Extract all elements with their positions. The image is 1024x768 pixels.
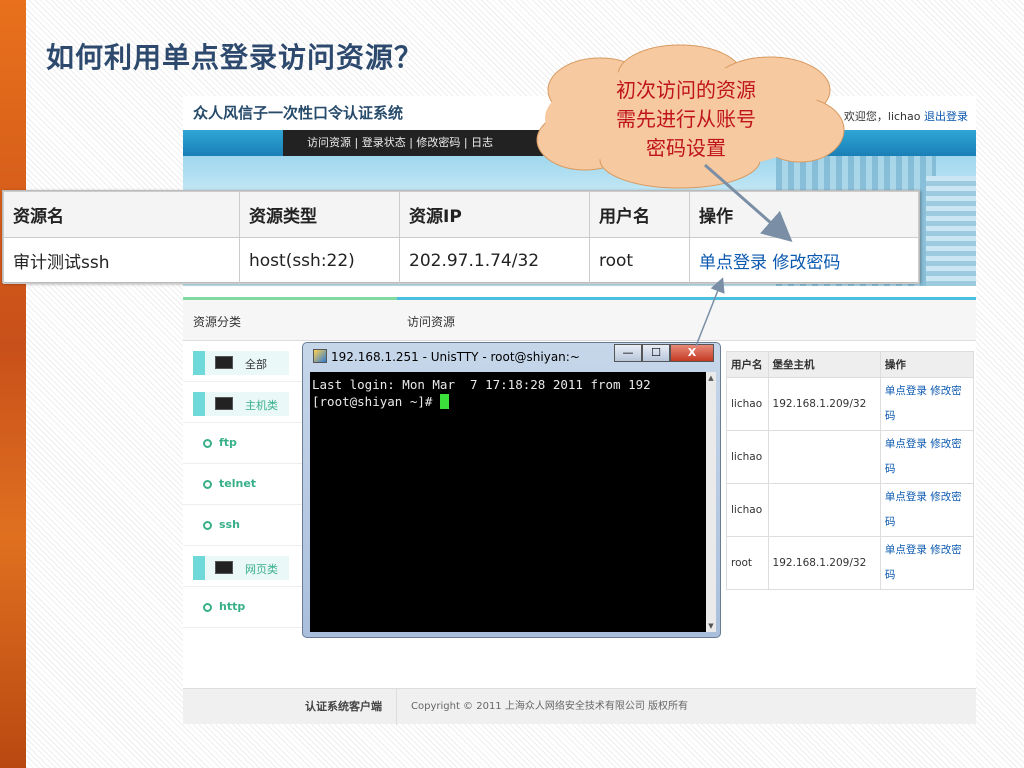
column-header: 资源IP (399, 191, 590, 238)
terminal-cursor (439, 394, 449, 409)
category-label: ssh (219, 518, 240, 531)
user-cell: lichao (726, 377, 769, 431)
terminal-output: Last login: Mon Mar 7 17:18:28 2011 from… (310, 372, 706, 414)
logout-link[interactable]: 退出登录 (924, 110, 968, 123)
category-label: telnet (219, 477, 257, 490)
minimize-button[interactable]: — (614, 344, 642, 362)
zoom-header-row: 资源名 资源类型 资源IP 用户名 操作 (3, 191, 919, 238)
ops-cell[interactable]: 单点登录 修改密码 (879, 536, 975, 590)
resource-name-cell: 审计测试ssh (3, 237, 240, 284)
welcome-text: 欢迎您，lichao (843, 110, 921, 123)
slide-accent-bar (0, 0, 26, 768)
monitor-icon (215, 561, 233, 574)
column-header: 资源名 (3, 191, 240, 238)
monitor-icon (215, 397, 233, 410)
user-cell: lichao (726, 430, 769, 484)
ops-link[interactable]: 单点登录 修改密 (885, 385, 962, 397)
circle-icon (203, 521, 212, 530)
category-label: ftp (219, 436, 237, 449)
host-cell (767, 483, 881, 537)
change-password-link[interactable]: 修改密码 (772, 253, 840, 273)
column-header: 用户名 (589, 191, 690, 238)
site-footer: 认证系统客户端 Copyright © 2011 上海众人网络安全技术有限公司 … (183, 688, 976, 725)
ops-cell[interactable]: 单点登录 修改密码 (879, 483, 975, 537)
username-cell: root (589, 237, 690, 284)
category-label: 主机类 (245, 399, 278, 412)
column-header: 堡垒主机 (767, 351, 881, 378)
resource-table: 用户名 堡垒主机 操作 lichao 192.168.1.209/32 单点登录… (726, 351, 975, 590)
user-cell: lichao (726, 483, 769, 537)
category-label: 网页类 (245, 563, 278, 576)
ops-link-wrap[interactable]: 码 (885, 516, 896, 528)
category-tile (193, 351, 289, 375)
footer-client-label: 认证系统客户端 (183, 689, 397, 725)
banner-building-side (926, 176, 976, 286)
callout-line: 密码设置 (646, 136, 726, 160)
circle-icon (203, 603, 212, 612)
table-row: lichao 单点登录 修改密码 (726, 483, 975, 537)
ops-link[interactable]: 单点登录 修改密 (885, 544, 962, 556)
terminal-scrollbar[interactable]: ▲ ▼ (706, 372, 716, 632)
actions-cell: 单点登录 修改密码 (689, 237, 919, 284)
terminal-title: 192.168.1.251 - UnisTTY - root@shiyan:~ (331, 350, 580, 364)
table-row: root 192.168.1.209/32 单点登录 修改密码 (726, 536, 975, 590)
terminal-window[interactable]: 192.168.1.251 - UnisTTY - root@shiyan:~ … (302, 342, 721, 638)
access-heading: 访问资源 (397, 297, 976, 341)
host-cell: 192.168.1.209/32 (767, 536, 881, 590)
terminal-screen[interactable]: Last login: Mon Mar 7 17:18:28 2011 from… (310, 372, 706, 632)
terminal-titlebar[interactable]: 192.168.1.251 - UnisTTY - root@shiyan:~ (313, 349, 580, 364)
column-header: 用户名 (726, 351, 769, 378)
ops-cell[interactable]: 单点登录 修改密码 (879, 430, 975, 484)
column-header: 操作 (879, 351, 975, 378)
nav-menu[interactable]: 访问资源 | 登录状态 | 修改密码 | 日志 (283, 130, 543, 156)
user-cell: root (726, 536, 769, 590)
zoom-table: 资源名 资源类型 资源IP 用户名 操作 审计测试ssh host(ssh:22… (3, 191, 919, 284)
table-row: lichao 192.168.1.209/32 单点登录 修改密码 (726, 377, 975, 431)
circle-icon (203, 480, 212, 489)
categories-heading: 资源分类 (183, 297, 397, 341)
table-row: 审计测试ssh host(ssh:22) 202.97.1.74/32 root… (3, 237, 919, 284)
footer-copyright: Copyright © 2011 上海众人网络安全技术有限公司 版权所有 (411, 701, 689, 712)
site-name: 众人风信子一次性口令认证系统 (193, 104, 404, 122)
terminal-line: Last login: Mon Mar 7 17:18:28 2011 from… (312, 377, 651, 392)
table-row: lichao 单点登录 修改密码 (726, 430, 975, 484)
welcome-area: 欢迎您，lichao 退出登录 (844, 108, 968, 124)
table-header-row: 用户名 堡垒主机 操作 (726, 351, 975, 378)
callout-text: 初次访问的资源 需先进行从账号 密码设置 (528, 76, 844, 163)
ops-link[interactable]: 单点登录 修改密 (885, 438, 962, 450)
zoomed-resource-table: 资源名 资源类型 资源IP 用户名 操作 审计测试ssh host(ssh:22… (2, 190, 920, 284)
callout-line: 初次访问的资源 (616, 78, 756, 102)
ops-link-wrap[interactable]: 码 (885, 410, 896, 422)
sso-login-link[interactable]: 单点登录 (699, 253, 767, 273)
column-header: 操作 (689, 191, 919, 238)
scroll-up-icon[interactable]: ▲ (707, 373, 715, 383)
window-controls: — ☐ X (614, 344, 714, 364)
ops-link-wrap[interactable]: 码 (885, 463, 896, 475)
callout-line: 需先进行从账号 (616, 107, 756, 131)
category-label: http (219, 600, 246, 613)
resource-type-cell: host(ssh:22) (239, 237, 400, 284)
slide-title: 如何利用单点登录访问资源？ (46, 41, 424, 74)
terminal-prompt: [root@shiyan ~]# (312, 394, 440, 409)
ops-cell[interactable]: 单点登录 修改密码 (879, 377, 975, 431)
category-label: 全部 (245, 358, 267, 371)
ops-link[interactable]: 单点登录 修改密 (885, 491, 962, 503)
maximize-button[interactable]: ☐ (642, 344, 670, 362)
host-cell (767, 430, 881, 484)
circle-icon (203, 439, 212, 448)
column-header: 资源类型 (239, 191, 400, 238)
scroll-down-icon[interactable]: ▼ (707, 621, 715, 631)
resource-ip-cell: 202.97.1.74/32 (399, 237, 590, 284)
ops-link-wrap[interactable]: 码 (885, 569, 896, 581)
close-button[interactable]: X (670, 344, 714, 362)
host-cell: 192.168.1.209/32 (767, 377, 881, 431)
terminal-app-icon (313, 349, 327, 363)
monitor-icon (215, 356, 233, 369)
